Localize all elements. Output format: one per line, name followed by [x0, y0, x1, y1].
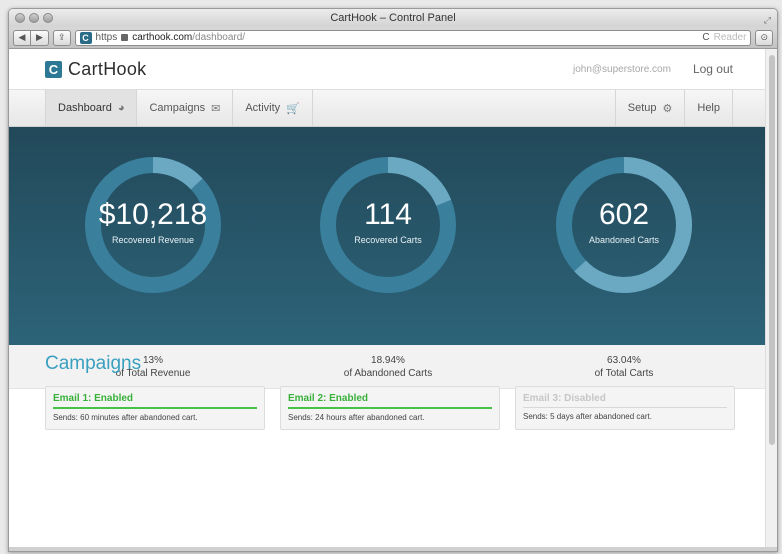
page-content: C CartHook john@superstore.com Log out D… — [9, 49, 777, 551]
gear-icon: ⚙ — [662, 102, 673, 115]
metric-donut-abandoned-carts: 602 Abandoned Carts — [554, 155, 694, 295]
minimize-window-button[interactable] — [29, 13, 39, 23]
nav-setup[interactable]: Setup ⚙ — [614, 90, 686, 126]
url-path: /dashboard/ — [192, 32, 246, 43]
nav-campaigns[interactable]: Campaigns ✉ — [137, 90, 234, 126]
campaign-card-email-3[interactable]: Email 3: Disabled Sends: 5 days after ab… — [515, 386, 735, 430]
close-window-button[interactable] — [15, 13, 25, 23]
metric-value: 114 — [364, 198, 412, 231]
title-bar: CartHook – Control Panel ⤢ — [9, 9, 777, 27]
nav-activity[interactable]: Activity 🛒 — [233, 90, 313, 126]
campaign-schedule: Sends: 24 hours after abandoned cart. — [288, 413, 425, 422]
campaign-title: Email 3: Disabled — [523, 393, 727, 408]
browser-window: CartHook – Control Panel ⤢ ◀ ▶ ⇪ C https… — [8, 8, 778, 552]
cart-icon: 🛒 — [286, 102, 300, 115]
nav-campaigns-label: Campaigns — [149, 102, 206, 114]
scrollbar-thumb[interactable] — [769, 55, 775, 445]
zoom-window-button[interactable] — [43, 13, 53, 23]
nav-help[interactable]: Help — [685, 90, 733, 126]
page-scrollbar[interactable] — [765, 49, 777, 551]
reader-button[interactable]: Reader — [714, 32, 747, 43]
metric-donut-recovered-carts: 114 Recovered Carts — [318, 155, 458, 295]
campaign-card-email-1[interactable]: Email 1: Enabled Sends: 60 minutes after… — [45, 386, 265, 430]
user-email: john@superstore.com — [572, 63, 671, 75]
nav-dashboard[interactable]: Dashboard ◕ — [45, 90, 138, 126]
campaign-schedule: Sends: 5 days after abandoned cart. — [523, 412, 652, 421]
nav-dashboard-label: Dashboard — [58, 102, 112, 114]
share-button[interactable]: ⇪ — [53, 29, 71, 46]
window-controls — [15, 13, 53, 23]
window-bottom-edge — [9, 547, 777, 551]
donut-center: 602 Abandoned Carts — [554, 155, 694, 295]
stat-percent: 63.04% — [607, 355, 641, 366]
campaign-title: Email 1: Enabled — [53, 393, 257, 409]
url-host: carthook.com — [132, 32, 193, 43]
history-buttons: ◀ ▶ — [13, 29, 49, 46]
reload-button[interactable]: C — [702, 32, 709, 43]
site-favicon-icon: C — [79, 31, 92, 44]
gauge-icon: ◕ — [117, 102, 125, 114]
stat-caption: of Total Carts — [594, 368, 654, 379]
nav-activity-label: Activity — [245, 102, 281, 114]
stat-percent: 18.94% — [371, 355, 405, 366]
forward-button[interactable]: ▶ — [31, 29, 49, 46]
address-bar[interactable]: C https carthook.com /dashboard/ C Reade… — [74, 29, 752, 46]
metric-value: 602 — [598, 198, 650, 231]
logout-link[interactable]: Log out — [693, 62, 733, 76]
logo-text: CartHook — [68, 58, 147, 79]
metric-label: Recovered Revenue — [111, 235, 195, 245]
metric-label: Recovered Carts — [354, 235, 422, 245]
fullscreen-icon[interactable]: ⤢ — [764, 11, 771, 29]
campaigns-heading: Campaigns — [45, 353, 142, 374]
metric-donut-revenue: $10,218 Recovered Revenue — [83, 155, 223, 295]
nav-help-label: Help — [697, 102, 720, 114]
url-scheme: https — [95, 32, 118, 43]
stat-abandoned-carts: 63.04% of Total Carts — [544, 354, 704, 380]
metric-label: Abandoned Carts — [588, 235, 660, 245]
main-nav: Dashboard ◕ Campaigns ✉ Activity 🛒 Setup… — [9, 89, 765, 127]
donut-center: 114 Recovered Carts — [318, 155, 458, 295]
stat-caption: of Abandoned Carts — [343, 368, 433, 379]
back-button[interactable]: ◀ — [13, 29, 31, 46]
metric-value: $10,218 — [98, 198, 208, 231]
lock-icon — [121, 34, 129, 41]
campaign-schedule: Sends: 60 minutes after abandoned cart. — [53, 413, 198, 422]
campaign-card-email-2[interactable]: Email 2: Enabled Sends: 24 hours after a… — [280, 386, 500, 430]
logo[interactable]: C CartHook — [45, 59, 146, 80]
site-header: C CartHook john@superstore.com Log out — [9, 49, 777, 89]
downloads-icon[interactable]: ⊙ — [755, 29, 773, 46]
metrics-hero: $10,218 Recovered Revenue 114 Recovered … — [9, 127, 765, 345]
stat-recovered-carts: 18.94% of Abandoned Carts — [308, 354, 468, 380]
browser-toolbar: ◀ ▶ ⇪ C https carthook.com /dashboard/ C… — [9, 27, 777, 49]
donut-center: $10,218 Recovered Revenue — [83, 155, 223, 295]
nav-setup-label: Setup — [627, 102, 657, 114]
envelope-icon: ✉ — [211, 102, 221, 115]
campaign-title: Email 2: Enabled — [288, 393, 492, 409]
window-title: CartHook – Control Panel — [330, 12, 456, 24]
logo-mark-icon: C — [45, 60, 62, 78]
